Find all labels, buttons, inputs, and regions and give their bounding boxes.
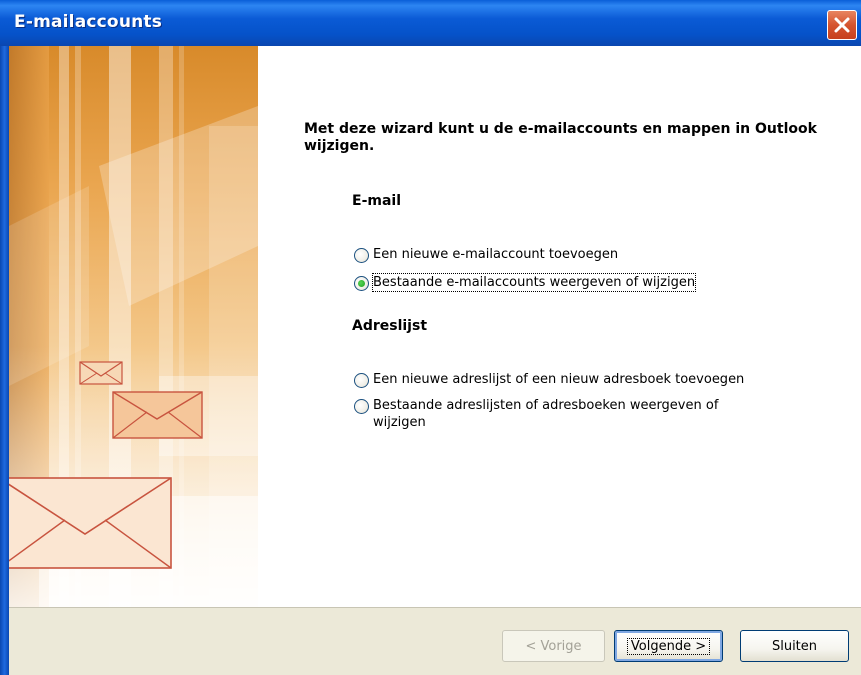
radio-label: Bestaande adreslijsten of adresboeken we…: [373, 398, 719, 430]
button-bar: [9, 607, 861, 675]
close-button[interactable]: [827, 10, 857, 40]
radio-button-unselected[interactable]: [354, 248, 369, 263]
radio-label: Een nieuwe e-mailaccount toevoegen: [373, 247, 619, 262]
radio-button-unselected[interactable]: [354, 399, 369, 414]
radio-button-selected[interactable]: [354, 276, 369, 291]
next-button-label: Volgende >: [626, 637, 711, 655]
window-title: E-mailaccounts: [14, 12, 163, 32]
radio-button-unselected[interactable]: [354, 373, 369, 388]
wizard-window: E-mailaccounts Met deze wizard kunt u de…: [0, 0, 861, 675]
next-button[interactable]: Volgende >: [614, 630, 723, 662]
radio-label: Een nieuwe adreslijst of een nieuw adres…: [373, 372, 745, 387]
wizard-art-graphic: [9, 46, 258, 607]
close-wizard-button-label: Sluiten: [771, 638, 818, 654]
close-icon: [834, 17, 850, 33]
radio-add-email-account[interactable]: Een nieuwe e-mailaccount toevoegen: [354, 246, 618, 263]
wizard-side-artwork: [9, 46, 258, 607]
title-bar[interactable]: E-mailaccounts: [0, 0, 861, 46]
radio-label: Bestaande e-mailaccounts weergeven of wi…: [371, 273, 697, 292]
radio-view-change-address-lists[interactable]: Bestaande adreslijsten of adresboeken we…: [354, 397, 773, 431]
radio-view-change-email-accounts[interactable]: Bestaande e-mailaccounts weergeven of wi…: [354, 273, 697, 292]
back-button-label: < Vorige: [525, 638, 582, 654]
window-left-border: [0, 46, 9, 675]
radio-selected-dot: [358, 280, 365, 287]
envelope-icon: [79, 361, 123, 385]
back-button[interactable]: < Vorige: [502, 630, 605, 662]
radio-add-address-list[interactable]: Een nieuwe adreslijst of een nieuw adres…: [354, 371, 744, 388]
address-section-title: Adreslijst: [352, 318, 428, 334]
email-section-title: E-mail: [352, 193, 402, 209]
close-wizard-button[interactable]: Sluiten: [740, 630, 849, 662]
wizard-heading: Met deze wizard kunt u de e-mailaccounts…: [304, 121, 817, 154]
envelope-icon: [112, 391, 203, 439]
envelope-icon: [9, 477, 172, 569]
